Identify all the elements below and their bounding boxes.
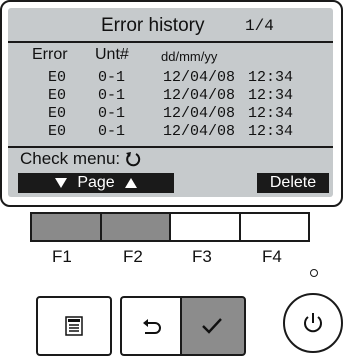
check-icon: [202, 318, 222, 334]
menu-icon: [65, 316, 83, 336]
remote-display-frame: Error history 1/4 Error Unt# dd/mm/yy E0…: [0, 0, 343, 207]
page-up-icon: [124, 178, 137, 188]
table-row: E0 0-1 12/04/08 12:34: [8, 87, 333, 106]
return-icon: [126, 152, 141, 167]
screen-header: Error history 1/4: [8, 13, 333, 43]
f3-label: F3: [192, 247, 212, 266]
lcd-screen: Error history 1/4 Error Unt# dd/mm/yy E0…: [8, 8, 333, 197]
row-time: 12:34: [248, 105, 294, 122]
confirm-button[interactable]: [180, 296, 246, 356]
f4-label: F4: [262, 247, 282, 266]
delete-label: Delete: [269, 174, 317, 191]
column-header-error: Error: [32, 46, 68, 63]
row-date: 12/04/08: [163, 105, 236, 122]
check-menu-prompt: Check menu:: [20, 149, 142, 169]
row-time: 12:34: [248, 87, 294, 104]
screen-divider: [8, 146, 333, 148]
table-row: E0 0-1 12/04/08 12:34: [8, 69, 333, 88]
column-header-unit: Unt#: [95, 46, 129, 63]
return-button[interactable]: [120, 296, 182, 356]
row-error-code: E0: [48, 123, 67, 140]
page-softkey-label: Page: [18, 173, 174, 193]
page-label: Page: [77, 174, 115, 191]
f1-button[interactable]: [32, 214, 102, 240]
page-indicator: 1/4: [245, 17, 274, 35]
power-icon: [304, 313, 322, 333]
f1-label: F1: [52, 247, 72, 266]
row-time: 12:34: [248, 69, 294, 86]
table-row: E0 0-1 12/04/08 12:34: [8, 105, 333, 124]
row-unit: 0-1: [98, 123, 126, 140]
power-led-indicator: [310, 269, 318, 277]
row-error-code: E0: [48, 87, 67, 104]
menu-button[interactable]: [36, 296, 112, 356]
row-error-code: E0: [48, 105, 67, 122]
function-key-row: [30, 212, 310, 242]
f4-button[interactable]: [241, 214, 309, 240]
row-date: 12/04/08: [163, 69, 236, 86]
f2-button[interactable]: [101, 214, 171, 240]
column-header-date: dd/mm/yy: [161, 49, 218, 64]
row-unit: 0-1: [98, 87, 126, 104]
f2-label: F2: [123, 247, 143, 266]
power-button[interactable]: [283, 293, 343, 353]
f3-button[interactable]: [171, 214, 241, 240]
row-unit: 0-1: [98, 105, 126, 122]
table-row: E0 0-1 12/04/08 12:34: [8, 123, 333, 142]
check-menu-label: Check menu:: [20, 149, 121, 168]
row-time: 12:34: [248, 123, 294, 140]
row-error-code: E0: [48, 69, 67, 86]
page-down-icon: [55, 178, 68, 188]
delete-softkey-label: Delete: [257, 173, 329, 193]
return-icon: [143, 319, 161, 334]
row-unit: 0-1: [98, 69, 126, 86]
row-date: 12/04/08: [163, 123, 236, 140]
row-date: 12/04/08: [163, 87, 236, 104]
screen-title: Error history: [101, 15, 205, 36]
